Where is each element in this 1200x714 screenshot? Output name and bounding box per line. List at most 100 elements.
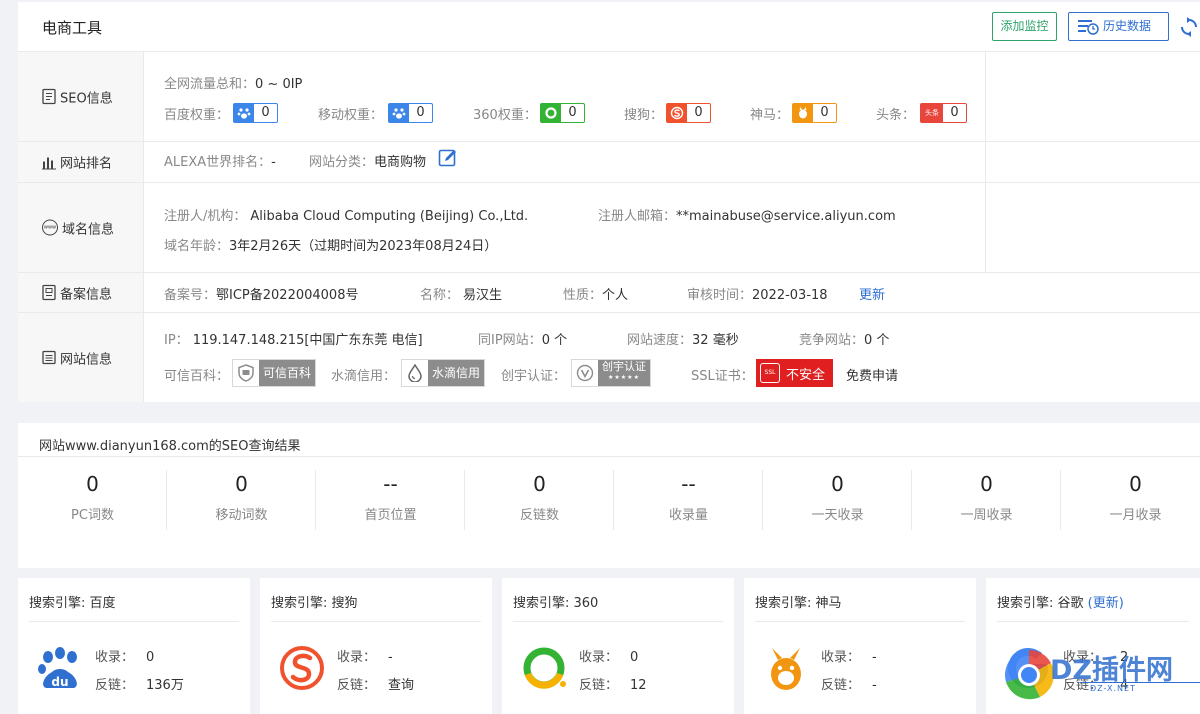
seo-results-title: 网站www.dianyun168.com的SEO查询结果 (39, 439, 301, 454)
seo-info-row: SEO信息 全网流量总和：0 ~ 0IP 百度权重： 0 移动权重： 0 360… (18, 52, 1200, 142)
chuangyu-badge[interactable]: 创宇认证 ★★★★★ (571, 359, 651, 387)
index-label: 收录： (337, 650, 377, 665)
google-update-link[interactable]: (更新) (1088, 596, 1124, 611)
kexin-badge-label: 可信百科 (259, 360, 316, 386)
stat-label: 反链数 (519, 508, 559, 523)
icp-number-label: 备案号： (164, 288, 217, 303)
360-weight-badge[interactable]: 0 (540, 103, 585, 123)
alexa-value: - (271, 155, 276, 170)
stat-label: 首页位置 (364, 508, 417, 523)
engine-title: 搜索引擎: 搜狗 (271, 596, 358, 611)
backlink-label: 反链： (337, 678, 377, 693)
engine-title: 搜索引擎: 百度 (29, 596, 116, 611)
sogou-weight-value: 0 (694, 105, 703, 120)
domain-age: 域名年龄：3年2月26天（过期时间为2023年08月24日） (164, 235, 497, 254)
stat-label: PC词数 (71, 508, 114, 523)
stat-value: 0 (980, 472, 993, 496)
icp-name-value: 易汉生 (463, 288, 503, 303)
alexa-label: ALEXA世界排名： (164, 155, 272, 170)
traffic-total: 全网流量总和：0 ~ 0IP (164, 73, 302, 92)
email-label: 注册人邮箱： (598, 209, 677, 224)
stat-label: 一天收录 (811, 508, 864, 523)
icp-number-value: 鄂ICP备2022004008号 (216, 288, 359, 303)
sogou-weight-badge[interactable]: 0 (666, 103, 711, 123)
add-monitor-button[interactable]: 添加监控 (992, 12, 1057, 41)
index-value: 0 (630, 650, 639, 665)
shenma-horse-icon (799, 107, 807, 119)
document-icon (42, 88, 56, 105)
backlink-label: 反链： (821, 678, 861, 693)
age-value: 3年2月26天（过期时间为2023年08月24日） (229, 239, 498, 254)
watermark: DZ插件网 DZ-X.NET (1000, 640, 1200, 714)
360-weight-label: 360权重： (473, 108, 537, 123)
stat-home-position: -- 首页位置 (316, 470, 465, 530)
stat-value: -- (383, 472, 398, 496)
www-icon: www (42, 219, 58, 236)
same-ip-value: 0 个 (541, 333, 568, 348)
index-value: 0 (146, 650, 155, 665)
alexa-rank: ALEXA世界排名：- (164, 151, 276, 170)
history-data-button[interactable]: 历史数据 (1068, 12, 1169, 41)
ssl-status-badge[interactable]: SSL 不安全 (756, 359, 834, 387)
baidu-paw-icon (392, 108, 406, 119)
stat-mobile-words: 0 移动词数 (167, 470, 316, 530)
icp-info-label: 备案信息 (60, 287, 113, 302)
category-label: 网站分类： (309, 155, 375, 170)
same-ip-label: 同IP网站： (478, 333, 542, 348)
index-label: 收录： (95, 650, 135, 665)
engine-title-text: 搜索引擎: 谷歌 (997, 596, 1084, 611)
site-info-row: 网站信息 IP： 119.147.148.215[中国广东东莞 电信] 同IP网站… (18, 313, 1200, 402)
icp-date-value: 2022-03-18 (752, 288, 828, 303)
backlink-query-link[interactable]: 查询 (388, 674, 414, 693)
shield-icon (238, 364, 254, 382)
stat-day-indexed: 0 一天收录 (763, 470, 912, 530)
stat-label: 移动词数 (215, 508, 268, 523)
baidu-paw-icon (237, 108, 251, 119)
domain-info-label: 域名信息 (62, 222, 115, 237)
ssl-label: SSL证书： (691, 369, 754, 384)
page-title: 电商工具 (42, 19, 103, 37)
record-icon (42, 284, 56, 301)
stat-value: 0 (86, 472, 99, 496)
site-info-panel: 电商工具 添加监控 历史数据 SEO信息 全网流量总和：0 ~ 0IP 百度权重… (18, 2, 1200, 402)
icp-type-label: 性质： (563, 288, 603, 303)
edit-icon[interactable] (438, 148, 458, 168)
ssl-lock-icon: SSL (760, 363, 780, 383)
toutiao-weight-badge[interactable]: 头条 0 (920, 103, 967, 123)
chuangyu-badge-label: 创宇认证 (602, 360, 646, 373)
kexin-badge[interactable]: 可信百科 (232, 359, 317, 387)
list-icon (42, 350, 56, 365)
shenma-weight-badge[interactable]: 0 (792, 103, 837, 123)
registrant-email: 注册人邮箱：**mainabuse@service.aliyun.com (598, 205, 896, 224)
shenma-logo-icon (771, 648, 801, 690)
panel-header: 电商工具 添加监控 历史数据 (18, 2, 1200, 52)
baidu-weight-badge[interactable]: 0 (233, 103, 278, 123)
watermark-sub: DZ-X.NET (1090, 684, 1136, 693)
ssl-apply-link[interactable]: 免费申请 (846, 365, 898, 384)
engine-title: 搜索引擎: 神马 (755, 596, 842, 611)
shuidi-badge[interactable]: 水滴信用 (401, 359, 486, 387)
site-rank-row: 网站排名 ALEXA世界排名：- 网站分类：电商购物 (18, 142, 1200, 183)
icp-number: 备案号：鄂ICP备2022004008号 (164, 284, 358, 303)
stat-value: -- (681, 472, 696, 496)
icp-update-link[interactable]: 更新 (859, 284, 885, 303)
stat-pc-words: 0 PC词数 (18, 470, 167, 530)
backlink-value: - (872, 678, 877, 693)
engine-card-360: 搜索引擎: 360 收录： 0 反链： 12 (502, 578, 734, 714)
mobile-weight-badge[interactable]: 0 (388, 103, 433, 123)
stat-value: 0 (1129, 472, 1142, 496)
refresh-icon[interactable] (1180, 17, 1198, 37)
seo-results-panel: 网站www.dianyun168.com的SEO查询结果 0 PC词数 0 移动… (18, 423, 1200, 568)
360-weight-value: 0 (568, 105, 577, 120)
engine-card-baidu: 搜索引擎: 百度 du 收录： 0 反链： 136万 (18, 578, 250, 714)
stat-value: 0 (533, 472, 546, 496)
same-ip-sites: 同IP网站：0 个 (478, 329, 567, 348)
traffic-label: 全网流量总和： (164, 77, 256, 92)
ip-value: 119.147.148.215[中国广东东莞 电信] (192, 333, 423, 348)
history-icon (1078, 20, 1099, 35)
baidu-weight-label: 百度权重： (164, 108, 230, 123)
toutiao-icon: 头条 (925, 109, 939, 117)
shenma-weight-label: 神马： (750, 108, 790, 123)
engine-card-sogou: 搜索引擎: 搜狗 收录： - 反链： 查询 (260, 578, 492, 714)
registrant: 注册人/机构： Alibaba Cloud Computing (Beijing)… (164, 205, 528, 224)
